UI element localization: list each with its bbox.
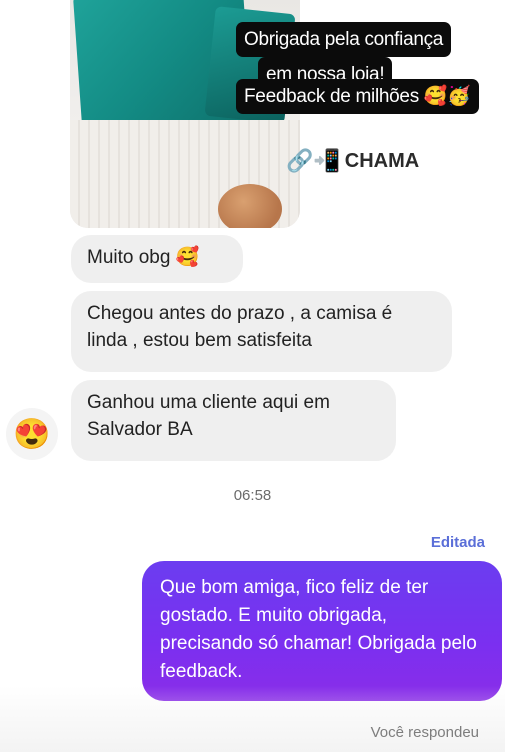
photo-round-object (218, 184, 282, 228)
incoming-message-1[interactable]: Muito obg 🥰 (71, 235, 243, 283)
reaction-avatar[interactable]: 😍 (6, 408, 58, 460)
incoming-message-2[interactable]: Chegou antes do prazo , a camisa é linda… (71, 291, 452, 372)
bottom-fade (0, 686, 505, 752)
caption-text-1: Obrigada pela confiança (236, 22, 452, 57)
link-phone-icon: 🔗📲 (286, 148, 341, 173)
message-text: Chegou antes do prazo , a camisa é linda… (87, 303, 393, 351)
message-text: Muito obg 🥰 (87, 247, 200, 268)
caption-text-3: Feedback de milhões 🥰🥳 (236, 79, 479, 114)
caption-line-3: Feedback de milhões 🥰🥳 (236, 79, 479, 114)
edited-label: Editada (430, 534, 485, 551)
link-sticker[interactable]: 🔗📲 CHAMA (286, 148, 419, 174)
message-timestamp: 06:58 (233, 487, 272, 504)
caption-line-1: Obrigada pela confiança (236, 22, 452, 57)
heart-eyes-emoji-icon: 😍 (13, 417, 51, 451)
message-text: Ganhou uma cliente aqui em Salvador BA (87, 392, 330, 440)
reply-status: Você respondeu (370, 724, 479, 741)
link-sticker-label: CHAMA (344, 149, 420, 172)
incoming-message-3[interactable]: Ganhou uma cliente aqui em Salvador BA (71, 380, 396, 461)
outgoing-message[interactable]: Que bom amiga, fico feliz de ter gostado… (142, 561, 502, 701)
message-text: Que bom amiga, fico feliz de ter gostado… (160, 577, 477, 682)
